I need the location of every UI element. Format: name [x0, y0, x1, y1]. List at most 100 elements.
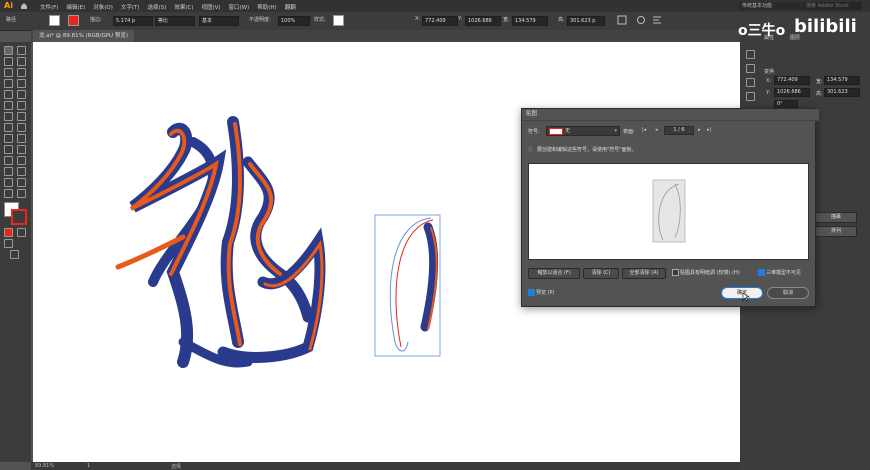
paintbrush-tool-icon[interactable]	[17, 90, 26, 99]
arrange-button[interactable]: 排列	[815, 226, 857, 237]
preview-checkbox[interactable]	[528, 289, 535, 296]
hand-tool-icon[interactable]	[4, 189, 13, 198]
menu-item[interactable]: 文件(F)	[40, 3, 58, 11]
panel-w-label: 宽:	[816, 79, 823, 85]
perspective-grid-tool-icon[interactable]	[17, 134, 26, 143]
type-tool-icon[interactable]	[4, 79, 13, 88]
current-tool-label: 选择	[171, 464, 182, 470]
curvature-tool-icon[interactable]	[17, 68, 26, 77]
map-art-dialog: 贴图 符号: 无 ▾ 表面: |◂ ◂ 1 / 6 ▸ ▸| ⓘ 要创建和编辑这…	[521, 108, 819, 307]
free-transform-tool-icon[interactable]	[17, 123, 26, 132]
lasso-tool-icon[interactable]	[17, 57, 26, 66]
rotate-tool-icon[interactable]	[4, 112, 13, 121]
zoom-level[interactable]: 89.81%	[35, 463, 54, 469]
menu-item[interactable]: 翻翻	[285, 3, 296, 11]
symbol-label: 符号:	[528, 129, 540, 135]
invisible-geometry-checkbox[interactable]	[758, 269, 765, 276]
panel-w-field[interactable]: 134.579	[824, 76, 860, 85]
variable-width-profile[interactable]: 等比	[155, 16, 195, 26]
width-tool-icon[interactable]	[4, 123, 13, 132]
rectangle-tool-icon[interactable]	[4, 90, 13, 99]
shape-builder-tool-icon[interactable]	[4, 134, 13, 143]
symbol-value: 无	[565, 128, 571, 134]
mouse-cursor-icon	[742, 292, 750, 302]
style-swatch[interactable]	[333, 15, 344, 26]
workspace-switcher[interactable]: 传统基本功能	[739, 2, 802, 10]
height-label: 高:	[558, 17, 565, 23]
clear-button[interactable]: 清除 (C)	[583, 268, 619, 279]
x-field[interactable]: 772.409	[422, 16, 458, 26]
shaper-tool-icon[interactable]	[4, 101, 13, 110]
isolate-icon[interactable]	[636, 15, 646, 25]
y-field[interactable]: 1026.686	[465, 16, 501, 26]
gradient-tool-icon[interactable]	[17, 145, 26, 154]
stroke-weight-field[interactable]: 5.174 p	[113, 16, 153, 26]
menu-item[interactable]: 效果(C)	[174, 3, 193, 11]
symbol-sprayer-tool-icon[interactable]	[4, 167, 13, 176]
stroke-swatch[interactable]	[68, 15, 79, 26]
stroke-color-box[interactable]	[11, 209, 27, 225]
document-tab[interactable]: 龙.ai* @ 89.81% (RGB/GPU 预览)	[33, 30, 134, 42]
shade-artwork-checkbox[interactable]	[672, 269, 679, 276]
surface-preview[interactable]	[528, 163, 809, 260]
color-mode-icon[interactable]	[4, 228, 13, 237]
menu-item[interactable]: 视图(V)	[201, 3, 220, 11]
menu-bar: Ai 文件(F) 编辑(E) 对象(O) 文字(T) 选择(S) 效果(C) 视图(V) 窗口…	[0, 0, 870, 12]
panel-x-field[interactable]: 772.409	[774, 76, 810, 85]
last-surface-icon[interactable]: ▸|	[707, 127, 711, 133]
prev-surface-icon[interactable]: ◂	[655, 127, 658, 133]
pen-tool-icon[interactable]	[4, 68, 13, 77]
transform-icon[interactable]	[617, 15, 627, 25]
menu-item[interactable]: 文字(T)	[121, 3, 140, 11]
cancel-button[interactable]: 取消	[767, 287, 809, 299]
panel-y-field[interactable]: 1026.686	[774, 88, 810, 97]
menu-item[interactable]: 帮助(H)	[257, 3, 276, 11]
document-tab-bar: 龙.ai* @ 89.81% (RGB/GPU 预览)	[31, 30, 740, 42]
line-tool-icon[interactable]	[17, 79, 26, 88]
none-mode-icon[interactable]	[17, 228, 26, 237]
symbols-panel-icon[interactable]	[746, 92, 755, 101]
next-surface-icon[interactable]: ▸	[698, 127, 701, 133]
screen-mode-icon[interactable]	[10, 250, 19, 259]
artboard-number[interactable]: 1	[87, 463, 90, 469]
opacity-label: 不透明度:	[249, 17, 271, 23]
panel-h-field[interactable]: 301.623	[824, 88, 860, 97]
style-label: 样式:	[314, 17, 326, 23]
magic-wand-tool-icon[interactable]	[4, 57, 13, 66]
slice-tool-icon[interactable]	[17, 178, 26, 187]
draw-mode-icon[interactable]	[4, 239, 13, 248]
trace-button[interactable]: 描摹	[815, 212, 857, 223]
first-surface-icon[interactable]: |◂	[642, 127, 646, 133]
swatches-panel-icon[interactable]	[746, 64, 755, 73]
align-icon[interactable]	[652, 15, 662, 25]
scale-tool-icon[interactable]	[17, 112, 26, 121]
clear-all-button[interactable]: 全部清除 (A)	[622, 268, 666, 279]
selection-tool-icon[interactable]	[4, 46, 13, 55]
height-field[interactable]: 301.623 p	[567, 16, 605, 26]
invisible-geometry-label: 三维模型不可见	[766, 270, 802, 276]
graph-tool-icon[interactable]	[17, 167, 26, 176]
home-icon[interactable]	[20, 2, 28, 10]
zoom-tool-icon[interactable]	[17, 189, 26, 198]
brushes-panel-icon[interactable]	[746, 78, 755, 87]
color-panel-icon[interactable]	[746, 50, 755, 59]
symbol-dropdown[interactable]: 无 ▾	[546, 126, 620, 136]
opacity-field[interactable]: 100%	[278, 16, 310, 26]
menu-item[interactable]: 编辑(E)	[66, 3, 85, 11]
eraser-tool-icon[interactable]	[17, 101, 26, 110]
scale-to-fit-button[interactable]: 缩放以适合 (F)	[528, 268, 580, 279]
eyedropper-tool-icon[interactable]	[4, 156, 13, 165]
surface-page-field[interactable]: 1 / 6	[664, 126, 694, 135]
width-field[interactable]: 134.579	[512, 16, 548, 26]
artboard-tool-icon[interactable]	[4, 178, 13, 187]
fill-swatch[interactable]	[49, 15, 60, 26]
blend-tool-icon[interactable]	[17, 156, 26, 165]
search-input[interactable]: 搜索 Adobe Stock	[803, 2, 862, 10]
direct-selection-tool-icon[interactable]	[17, 46, 26, 55]
menu-item[interactable]: 窗口(W)	[229, 3, 250, 11]
brush-definition[interactable]: 基本	[199, 16, 239, 26]
menu-item[interactable]: 对象(O)	[93, 3, 113, 11]
mesh-tool-icon[interactable]	[4, 145, 13, 154]
menu-item[interactable]: 选择(S)	[148, 3, 167, 11]
info-text: 要创建和编辑这些符号，请使用"符号"面板。	[537, 147, 637, 153]
